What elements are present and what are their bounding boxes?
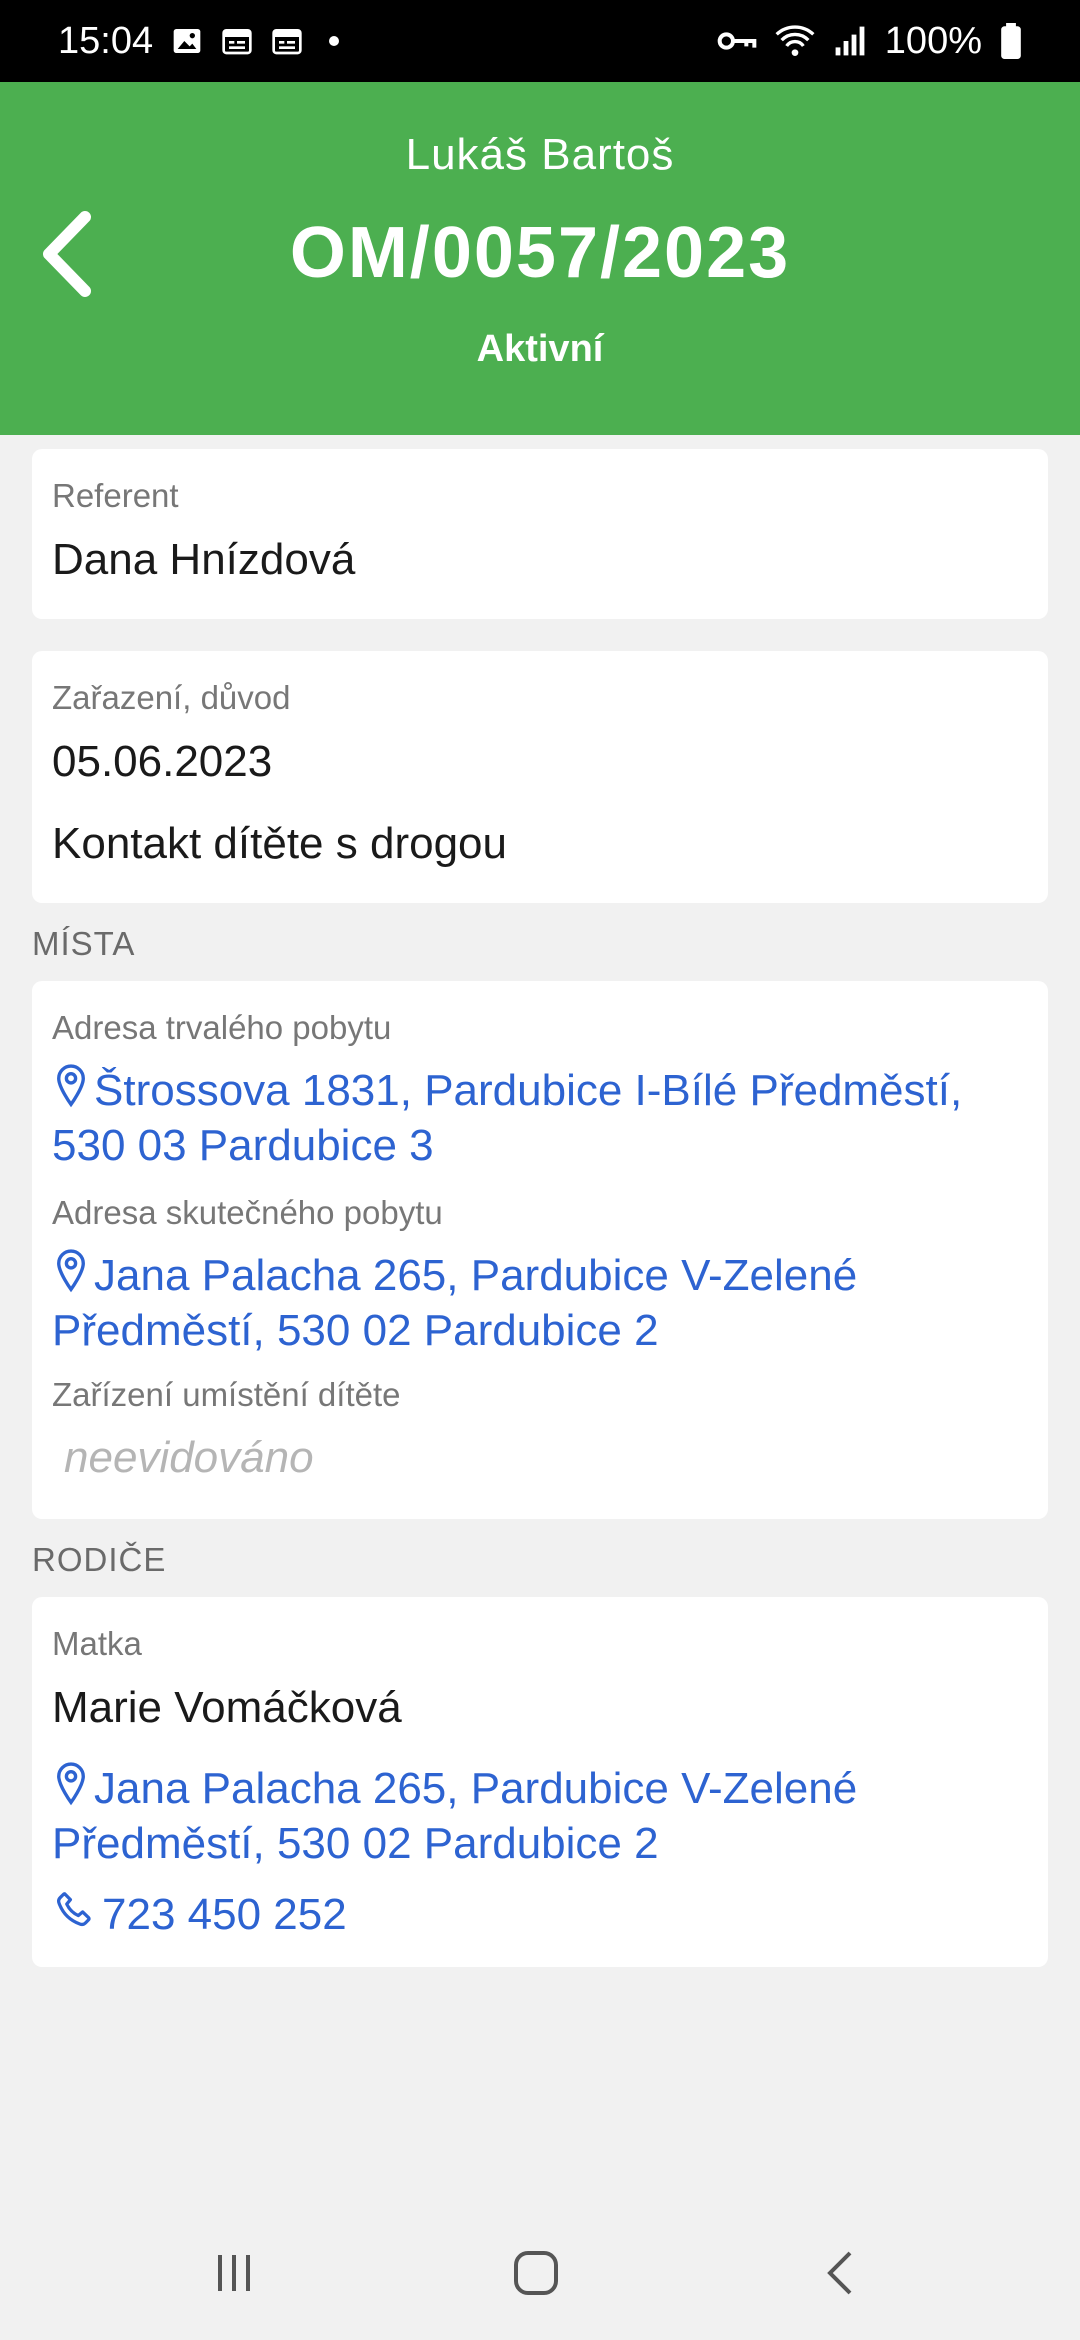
mother-phone-link[interactable]: 723 450 252	[52, 1887, 347, 1942]
location-pin-icon	[57, 1249, 85, 1293]
places-card: Adresa trvalého pobytu Štrossova 1831, P…	[32, 981, 1048, 1519]
back-arrow-icon	[827, 2251, 852, 2295]
signal-icon	[833, 25, 867, 57]
status-time: 15:04	[58, 19, 154, 62]
battery-percent: 100%	[884, 19, 982, 62]
home-icon	[514, 2251, 558, 2295]
key-icon	[717, 27, 757, 55]
permanent-address-line2: 530 03 Pardubice 3	[52, 1121, 434, 1170]
actual-address-label: Adresa skutečného pobytu	[52, 1194, 443, 1231]
location-pin-icon	[57, 1762, 85, 1806]
classification-reason: Kontakt dítěte s drogou	[52, 819, 507, 868]
image-icon	[171, 25, 203, 57]
wifi-icon	[775, 24, 815, 58]
mother-phone: 723 450 252	[102, 1890, 347, 1939]
classification-card: Zařazení, důvod 05.06.2023 Kontakt dítět…	[32, 651, 1048, 903]
mother-name: Marie Vomáčková	[52, 1683, 402, 1732]
mother-address-line2: Předměstí, 530 02 Pardubice 2	[52, 1819, 659, 1868]
referent-label: Referent	[52, 477, 179, 514]
classification-label: Zařazení, důvod	[52, 679, 291, 716]
referent-value: Dana Hnízdová	[52, 535, 356, 584]
places-section-title: MÍSTA	[32, 925, 136, 962]
client-name: Lukáš Bartoš	[405, 130, 675, 179]
mother-label: Matka	[52, 1625, 142, 1662]
recent-apps-button[interactable]	[194, 2238, 274, 2308]
case-status: Aktivní	[476, 328, 604, 370]
permanent-address-label: Adresa trvalého pobytu	[52, 1009, 392, 1046]
actual-address-link[interactable]: Jana Palacha 265, Pardubice V-Zelené Pře…	[52, 1248, 1042, 1358]
case-header: Lukáš Bartoš OM/0057/2023 Aktivní	[0, 82, 1080, 435]
permanent-address-link[interactable]: Štrossova 1831, Pardubice I-Bílé Předměs…	[52, 1063, 1042, 1173]
system-nav-bar	[0, 2200, 1080, 2340]
location-pin-icon	[57, 1064, 85, 1108]
case-id: OM/0057/2023	[289, 213, 791, 293]
mother-address-line1: Jana Palacha 265, Pardubice V-Zelené	[94, 1764, 858, 1813]
mother-card: Matka Marie Vomáčková Jana Palacha 265, …	[32, 1597, 1048, 1967]
calendar-icon	[221, 25, 253, 57]
battery-icon	[1000, 23, 1022, 59]
status-bar: 15:04 100%	[0, 0, 1080, 82]
referent-card: Referent Dana Hnízdová	[32, 449, 1048, 619]
notification-dot-icon	[329, 36, 340, 46]
actual-address-line1: Jana Palacha 265, Pardubice V-Zelené	[94, 1251, 858, 1300]
facility-label: Zařízení umístění dítěte	[52, 1376, 401, 1413]
phone-icon	[57, 1892, 91, 1926]
permanent-address-line1: Štrossova 1831, Pardubice I-Bílé Předměs…	[94, 1066, 963, 1115]
parents-section-title: RODIČE	[32, 1541, 167, 1578]
recent-apps-icon	[218, 2255, 250, 2291]
classification-date: 05.06.2023	[52, 737, 273, 786]
home-button[interactable]	[496, 2238, 576, 2308]
actual-address-line2: Předměstí, 530 02 Pardubice 2	[52, 1306, 659, 1355]
facility-value: neevidováno	[64, 1433, 314, 1482]
back-nav-button[interactable]	[800, 2238, 880, 2308]
mother-address-link[interactable]: Jana Palacha 265, Pardubice V-Zelené Pře…	[52, 1761, 1042, 1871]
calendar-icon	[271, 25, 303, 57]
